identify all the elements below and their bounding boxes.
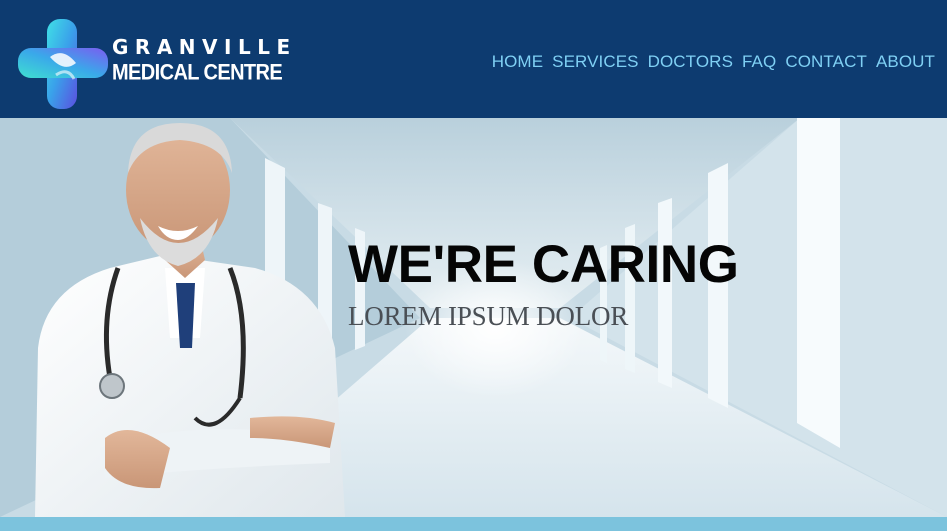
site-header: GRANVILLE MEDICAL CENTRE HOME SERVICES D… bbox=[0, 0, 947, 118]
brand-name-line2: MEDICAL CENTRE bbox=[112, 60, 283, 86]
nav-home[interactable]: HOME bbox=[492, 52, 543, 72]
brand-name-line1: GRANVILLE bbox=[112, 35, 297, 59]
nav-doctors[interactable]: DOCTORS bbox=[648, 52, 733, 72]
main-nav: HOME SERVICES DOCTORS FAQ CONTACT ABOUT bbox=[492, 52, 935, 72]
nav-faq[interactable]: FAQ bbox=[742, 52, 776, 72]
hero-subtitle: LOREM IPSUM DOLOR bbox=[348, 301, 629, 331]
nav-services[interactable]: SERVICES bbox=[552, 52, 638, 72]
medical-cross-icon bbox=[18, 19, 108, 109]
logo[interactable]: GRANVILLE MEDICAL CENTRE bbox=[16, 17, 290, 111]
nav-about[interactable]: ABOUT bbox=[876, 52, 935, 72]
nav-contact[interactable]: CONTACT bbox=[785, 52, 867, 72]
footer-strip bbox=[0, 517, 947, 531]
hero-banner: WE'RE CARING LOREM IPSUM DOLOR bbox=[0, 118, 947, 517]
hero-title: WE'RE CARING bbox=[348, 235, 739, 294]
